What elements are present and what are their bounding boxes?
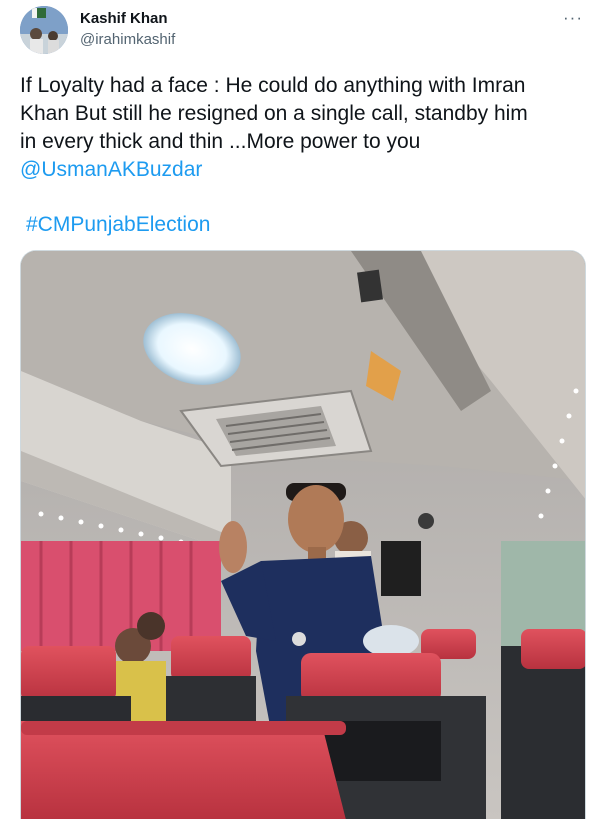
tweet-card: Kashif Khan @irahimkashif ··· If Loyalty… [0, 0, 600, 819]
bus-interior-photo [21, 251, 585, 819]
more-horizontal-icon: ··· [563, 8, 583, 27]
avatar-photo [20, 6, 68, 54]
more-options-button[interactable]: ··· [558, 8, 588, 32]
author-display-name[interactable]: Kashif Khan [80, 10, 168, 27]
tweet-text: If Loyalty had a face : He could do anyt… [20, 72, 595, 184]
author-handle[interactable]: @irahimkashif [80, 31, 175, 48]
tweet-text-line: If Loyalty had a face : He could do anyt… [20, 74, 526, 97]
tweet-text-line: in every thick and thin ...More power to… [20, 130, 421, 153]
mention-link[interactable]: @UsmanAKBuzdar [20, 158, 202, 181]
hashtag-link[interactable]: #CMPunjabElection [26, 211, 210, 239]
author-avatar[interactable] [20, 6, 68, 54]
tweet-photo[interactable] [20, 250, 586, 819]
tweet-text-line: Khan But still he resigned on a single c… [20, 102, 528, 125]
